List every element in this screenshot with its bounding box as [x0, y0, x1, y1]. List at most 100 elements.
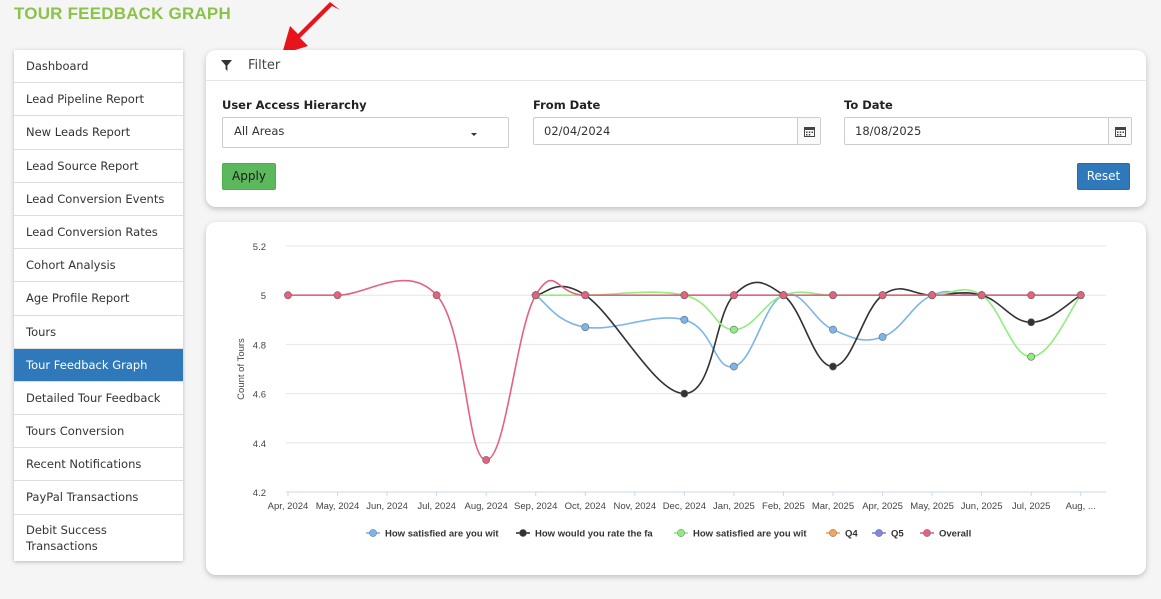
legend-item[interactable]: Q5	[872, 529, 904, 540]
to-date-label: To Date	[844, 98, 893, 112]
legend-marker	[875, 529, 883, 537]
calendar-icon[interactable]	[797, 118, 820, 144]
data-point-5	[928, 291, 936, 300]
data-point-2	[1027, 352, 1036, 361]
legend-item[interactable]: Overall	[920, 529, 971, 540]
x-tick-label: Jul, 2025	[1012, 501, 1051, 512]
series-line-5	[287, 279, 1081, 461]
x-tick-label: Feb, 2025	[762, 501, 805, 512]
chevron-down-icon	[471, 133, 477, 136]
data-point-5	[730, 291, 738, 300]
y-tick-label: 4.2	[253, 488, 266, 499]
to-date-input[interactable]: 18/08/2025	[844, 117, 1132, 145]
sidebar-item-lead-conversion-rates[interactable]: Lead Conversion Rates	[14, 216, 183, 250]
data-point-5	[333, 291, 342, 300]
data-point-5	[878, 291, 887, 300]
sidebar-item-detailed-tour-feedback[interactable]: Detailed Tour Feedback	[14, 382, 183, 416]
x-tick-label: Aug, ...	[1066, 501, 1096, 512]
data-point-5	[977, 291, 986, 300]
x-tick-label: Jun, 2025	[961, 501, 1003, 512]
series-line-1	[535, 281, 1082, 395]
y-tick-label: 5	[261, 291, 266, 302]
sidebar-item-age-profile-report[interactable]: Age Profile Report	[14, 282, 183, 316]
tour-feedback-chart: 4.2 4.4 4.6 4.8 5 5.2 Apr, 2024 May, 2024 Jun, 2…	[236, 242, 1106, 540]
sidebar-item-lead-source-report[interactable]: Lead Source Report	[14, 150, 183, 183]
hierarchy-select[interactable]: All Areas	[222, 117, 509, 148]
apply-button[interactable]: Apply	[222, 163, 276, 190]
legend-item[interactable]: How would you rate the fa	[516, 529, 653, 540]
sidebar-item-tour-feedback-graph[interactable]: Tour Feedback Graph	[14, 348, 183, 382]
legend-item[interactable]: How satisfied are you wit	[674, 529, 807, 540]
x-tick-label: Jan, 2025	[713, 501, 755, 512]
sidebar-item-lead-conversion-events[interactable]: Lead Conversion Events	[14, 183, 183, 216]
legend-item[interactable]: Q4	[826, 529, 858, 540]
x-tick-label: Sep, 2024	[514, 501, 557, 512]
calendar-icon[interactable]	[1108, 118, 1131, 144]
hierarchy-label: User Access Hierarchy	[222, 98, 367, 112]
series-line-2	[535, 288, 1082, 358]
legend-label: How would you rate the fa	[535, 529, 653, 540]
from-date-label: From Date	[533, 98, 601, 112]
x-tick-label: Apr, 2024	[268, 501, 309, 512]
legend-item[interactable]: How satisfied are you wit	[366, 529, 499, 540]
legend-label: Overall	[939, 529, 971, 540]
chart-panel: 4.2 4.4 4.6 4.8 5 5.2 Apr, 2024 May, 2024 Jun, 2…	[206, 222, 1146, 575]
x-tick-label: Mar, 2025	[812, 501, 854, 512]
page-title: TOUR FEEDBACK GRAPH	[14, 4, 231, 23]
y-tick-label: 4.4	[253, 439, 266, 450]
to-date-value: 18/08/2025	[855, 124, 922, 138]
sidebar: Dashboard Lead Pipeline Report New Leads R…	[14, 50, 183, 561]
data-point-1	[1027, 318, 1036, 327]
legend-label: How satisfied are you wit	[385, 529, 499, 540]
data-point-5	[581, 291, 590, 300]
sidebar-item-lead-pipeline-report[interactable]: Lead Pipeline Report	[14, 83, 183, 117]
legend-marker	[369, 529, 377, 537]
sidebar-item-tours[interactable]: Tours	[14, 316, 183, 349]
x-tick-label: Oct, 2024	[565, 501, 606, 512]
legend-label: Q5	[891, 529, 904, 540]
sidebar-item-dashboard[interactable]: Dashboard	[14, 50, 183, 84]
hierarchy-value: All Areas	[234, 124, 285, 138]
x-tick-label: Apr, 2025	[862, 501, 903, 512]
legend-marker	[519, 529, 527, 537]
data-point-0	[730, 362, 738, 371]
y-axis-label: Count of Tours	[236, 338, 247, 400]
sidebar-item-new-leads-report[interactable]: New Leads Report	[14, 116, 183, 150]
data-point-5	[284, 291, 292, 300]
x-tick-label: Jul, 2024	[417, 501, 456, 512]
funnel-icon	[221, 59, 232, 71]
data-point-5	[779, 291, 788, 300]
data-point-0	[878, 333, 887, 341]
data-point-5	[1027, 291, 1036, 300]
data-point-2	[730, 325, 738, 334]
data-point-0	[829, 325, 837, 334]
sidebar-item-cohort-analysis[interactable]: Cohort Analysis	[14, 249, 183, 283]
sidebar-item-recent-notifications[interactable]: Recent Notifications	[14, 448, 183, 482]
legend-label: Q4	[845, 529, 858, 540]
data-point-5	[482, 456, 491, 464]
reset-button[interactable]: Reset	[1077, 163, 1130, 190]
legend-marker	[677, 529, 685, 537]
sidebar-item-debit-success-transactions[interactable]: Debit Success Transactions	[14, 515, 183, 561]
x-tick-label: Jun, 2024	[366, 501, 408, 512]
x-tick-label: Dec, 2024	[663, 501, 706, 512]
filter-header[interactable]: Filter	[206, 50, 1146, 81]
data-point-5	[829, 291, 837, 300]
legend-marker	[923, 529, 931, 537]
from-date-value: 02/04/2024	[544, 124, 611, 138]
data-point-1	[829, 362, 837, 371]
data-point-5	[1076, 291, 1085, 300]
sidebar-item-tours-conversion[interactable]: Tours Conversion	[14, 415, 183, 449]
sidebar-item-paypal-transactions[interactable]: PayPal Transactions	[14, 481, 183, 515]
y-tick-label: 4.8	[253, 340, 266, 351]
y-tick-label: 5.2	[253, 242, 266, 253]
filter-panel: Filter User Access Hierarchy All Areas F…	[206, 50, 1146, 207]
from-date-input[interactable]: 02/04/2024	[533, 117, 821, 145]
data-point-0	[581, 323, 590, 332]
x-tick-label: May, 2024	[316, 501, 360, 512]
filter-title: Filter	[248, 57, 281, 73]
data-point-0	[680, 315, 689, 324]
legend-label: How satisfied are you wit	[693, 529, 807, 540]
y-tick-label: 4.6	[253, 390, 266, 401]
data-point-5	[680, 291, 689, 300]
